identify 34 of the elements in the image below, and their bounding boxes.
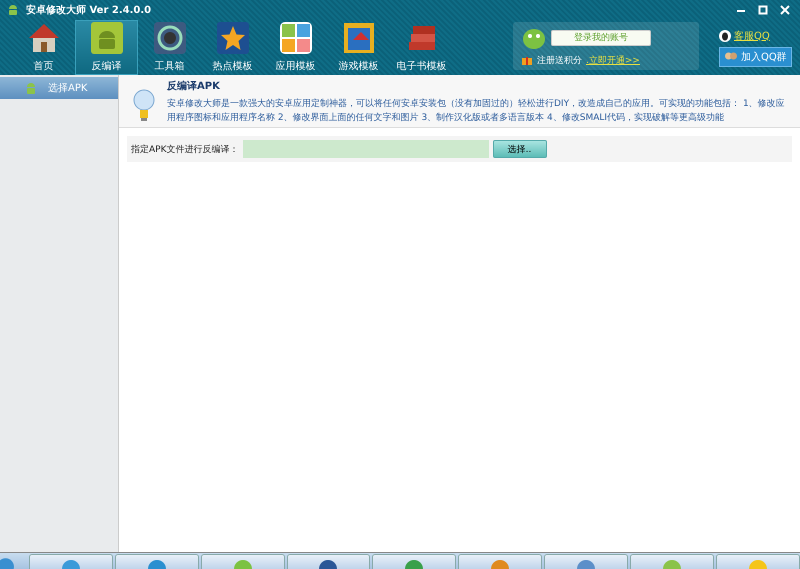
taskbar-button[interactable] [28, 554, 113, 569]
android-icon [24, 81, 38, 95]
join-group-button[interactable]: 加入QQ群 [719, 46, 792, 66]
toolbar-button[interactable]: 电子书模板 [390, 20, 453, 75]
info-title: 反编译APK [167, 80, 221, 93]
toolbar-button[interactable]: 游戏模板 [327, 20, 390, 75]
people-icon [724, 50, 738, 62]
android-icon [6, 3, 20, 17]
light-bulb-icon [133, 89, 155, 123]
taskbar-button[interactable] [114, 554, 199, 569]
taskbar-button[interactable] [286, 554, 370, 569]
toolbar-button[interactable]: 工具箱 [138, 20, 201, 75]
toolbar-button[interactable]: 应用模板 [264, 20, 327, 75]
maximize-icon[interactable] [758, 5, 768, 15]
window-title: 安卓修改大师 Ver 2.4.0.0 [26, 3, 152, 17]
tiles-icon [278, 20, 314, 56]
choose-button[interactable]: 选择.. [492, 140, 546, 158]
toolbar-button[interactable]: 首页 [12, 20, 75, 75]
promo-text: 注册送积分 [537, 54, 582, 66]
toolbar-button[interactable]: 热点模板 [201, 20, 264, 75]
login-button[interactable]: 登录我的账号 [551, 30, 651, 46]
toolbar-button[interactable]: 反编译 [75, 20, 138, 75]
android-icon [88, 20, 124, 56]
support-qq-link[interactable]: 客服QQ [734, 28, 770, 42]
taskbar-button[interactable] [544, 554, 628, 569]
field-label: 指定APK文件进行反编译： [131, 144, 238, 156]
close-icon[interactable] [780, 5, 790, 15]
apk-path-field[interactable] [242, 140, 488, 158]
gift-icon [521, 54, 533, 66]
register-link[interactable]: .立即开通>> [586, 54, 640, 66]
gear-icon [152, 20, 188, 56]
penguin-icon [719, 30, 731, 42]
taskbar-button[interactable] [372, 554, 456, 569]
info-description: 安卓修改大师是一款强大的安卓应用定制神器，可以将任何安卓安装包（没有加固过的）轻松进行DIY，改造成自己的应用。可实现的功能包括： 1、修改应用程序图标和应用程序名称 2、修改界面上面的任何文字和图片 3、制作汉化版或者多语言版本 4、修改SMALI代码，实现破解等更高级功能 [167, 98, 786, 125]
